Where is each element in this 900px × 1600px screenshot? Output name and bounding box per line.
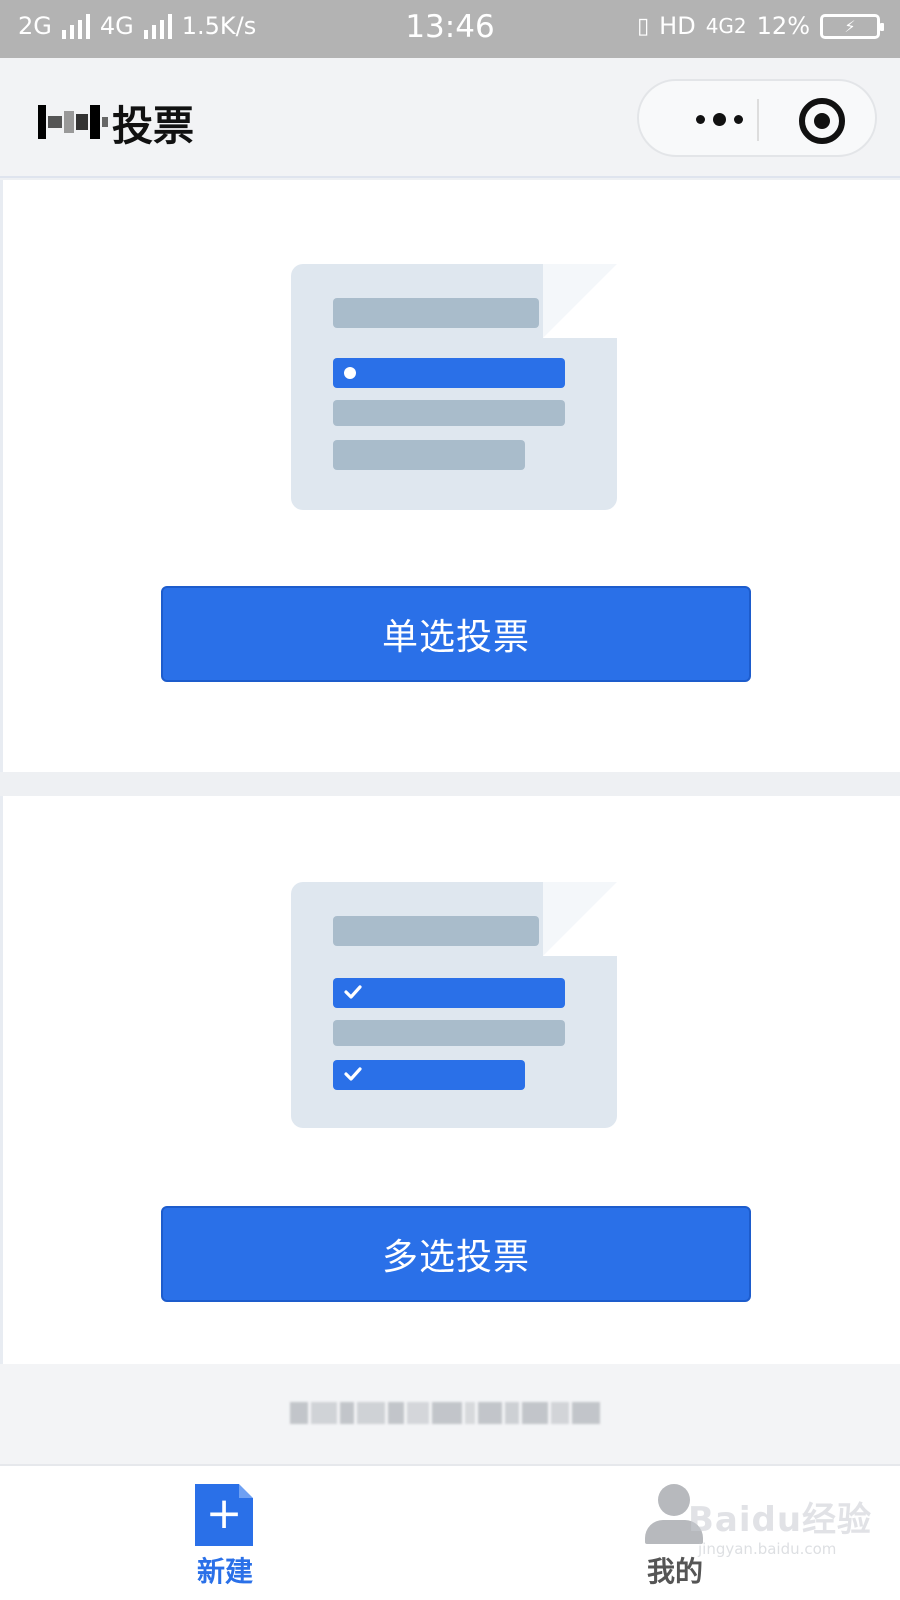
multi-choice-card: 多选投票 bbox=[0, 796, 900, 1364]
battery-percent: 12% bbox=[756, 12, 810, 40]
battery-charging-icon: ⚡ bbox=[820, 13, 884, 39]
single-choice-illustration-icon bbox=[291, 264, 617, 510]
page-title-text: 投票 bbox=[112, 102, 194, 150]
navigation-bar: 投票 bbox=[0, 58, 900, 178]
page-fold-icon bbox=[543, 882, 617, 956]
checkmark-icon bbox=[344, 985, 362, 999]
pixelated-footer-text bbox=[290, 1396, 615, 1430]
miniprogram-capsule bbox=[637, 79, 877, 157]
tab-new-label: 新建 bbox=[196, 1555, 253, 1588]
status-right: ▯ HD 4G2 12% ⚡ bbox=[637, 12, 884, 40]
network-type-label: 4G2 bbox=[705, 14, 747, 38]
add-document-icon: + bbox=[195, 1484, 253, 1546]
illustration-line bbox=[333, 298, 539, 328]
single-choice-vote-button[interactable]: 单选投票 bbox=[161, 586, 751, 682]
baidu-watermark: Baidu经验 jingyan.baidu.com bbox=[678, 1480, 878, 1580]
single-choice-card: 单选投票 bbox=[0, 180, 900, 772]
pixelated-title-prefix bbox=[38, 100, 108, 144]
multi-choice-illustration-icon bbox=[291, 882, 617, 1128]
watermark-url: jingyan.baidu.com bbox=[698, 1540, 837, 1558]
multi-choice-vote-button[interactable]: 多选投票 bbox=[161, 1206, 751, 1302]
close-miniprogram-icon[interactable] bbox=[799, 98, 845, 144]
illustration-line bbox=[333, 400, 565, 426]
more-options-icon[interactable] bbox=[669, 99, 769, 139]
page-fold-icon bbox=[543, 264, 617, 338]
page-title: 投票 bbox=[38, 92, 194, 152]
footer-area bbox=[0, 1364, 900, 1464]
illustration-line bbox=[333, 440, 525, 470]
illustration-line bbox=[333, 1020, 565, 1046]
checkmark-icon bbox=[344, 1067, 362, 1081]
radio-dot-icon bbox=[344, 367, 356, 379]
tab-new[interactable]: + 新建 bbox=[155, 1484, 295, 1594]
illustration-line bbox=[333, 916, 539, 946]
capsule-divider bbox=[757, 99, 759, 141]
vibrate-icon: ▯ bbox=[637, 13, 650, 39]
illustration-checked-option bbox=[333, 978, 565, 1008]
illustration-selected-option bbox=[333, 358, 565, 388]
illustration-checked-option bbox=[333, 1060, 525, 1090]
hd-label: HD bbox=[659, 12, 696, 40]
watermark-brand: Baidu经验 bbox=[688, 1500, 873, 1540]
status-bar: 2G 4G 1.5K/s 13:46 ▯ HD 4G2 12% ⚡ bbox=[0, 0, 900, 58]
